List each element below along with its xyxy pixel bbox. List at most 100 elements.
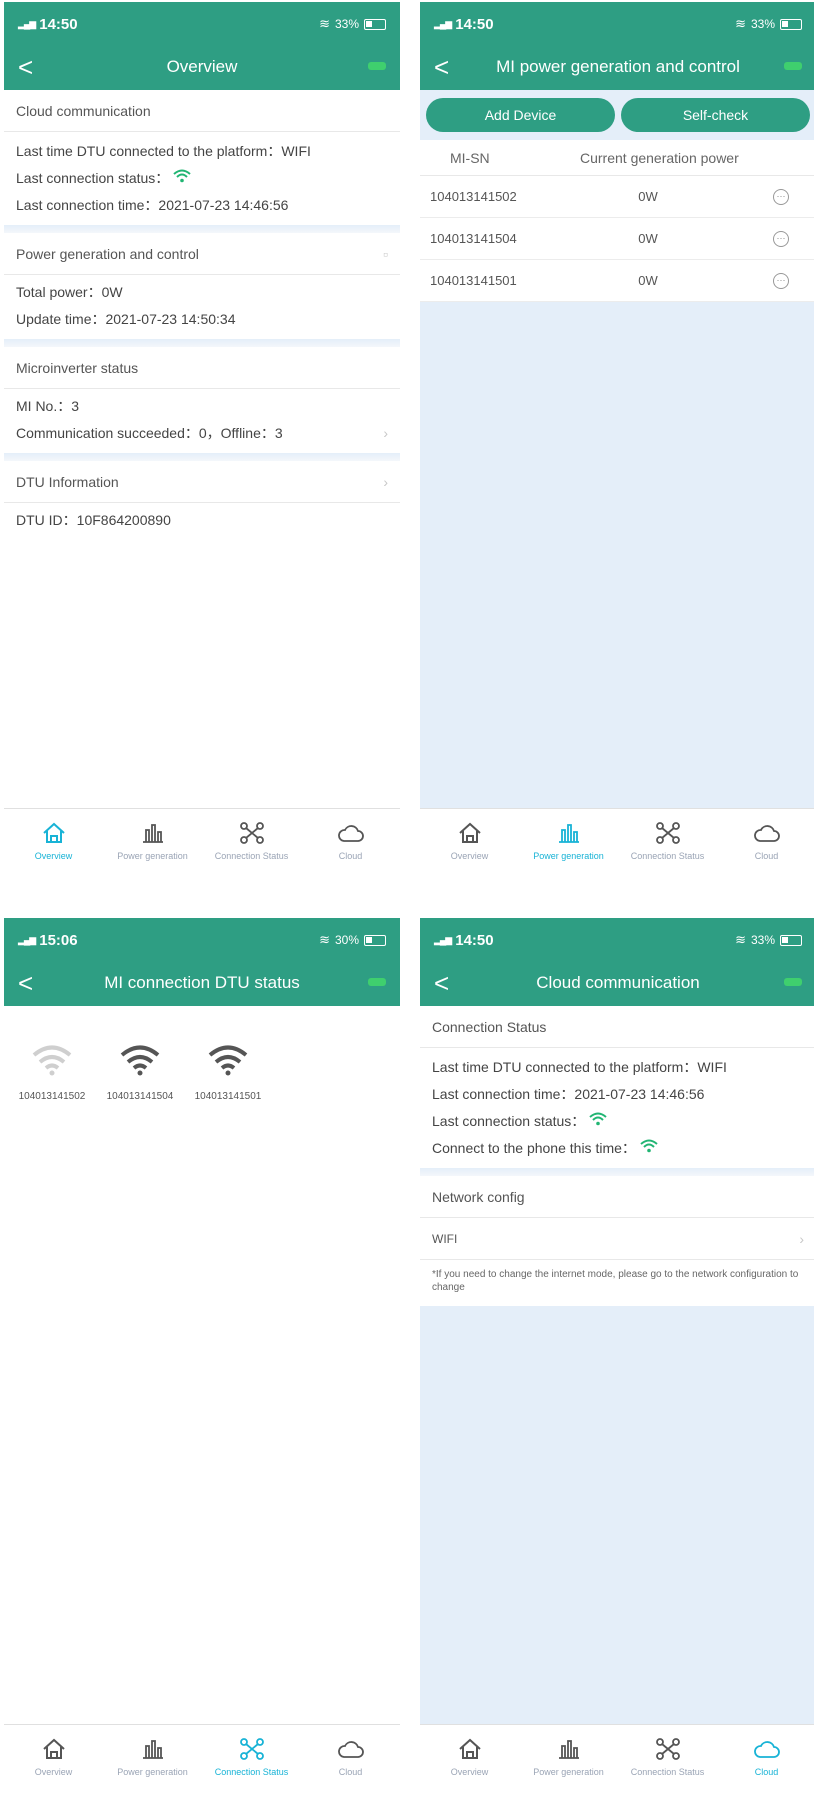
tab-overview[interactable]: Overview [420,809,519,882]
signal-icon: ▂▄▆ [18,934,36,945]
communication-summary-label: Communication succeeded：0，Offline：3 [16,425,283,441]
device-tile[interactable]: 104013141501 [184,1044,272,1102]
wifi-status-icon: ≋ [319,932,330,947]
tab-connection-status[interactable]: Connection Status [618,1725,717,1798]
tab-cloud[interactable]: Cloud [301,1725,400,1798]
status-bar: ▂▄▆ 14:50 ≋ 33% [18,14,386,34]
chevron-right-icon: ▫ [383,246,388,262]
wifi-network-label: WIFI [432,1232,458,1246]
signal-icon: ▂▄▆ [18,18,36,29]
connection-status-screen: ▂▄▆ 15:06 ≋ 30% < MI connection DTU stat… [4,918,400,1798]
status-time: 15:06 [39,931,78,949]
tab-cloud-label: Cloud [338,1767,363,1777]
battery-percent: 33% [334,17,359,31]
power-generation-section[interactable]: Power generation and control ▫ [4,233,400,275]
page-title: Cloud communication [536,973,700,992]
device-sn: 104013141501 [194,1091,262,1102]
tab-overview[interactable]: Overview [420,1725,519,1798]
cloud-icon [752,819,782,847]
tab-connection-status[interactable]: Connection Status [202,809,301,882]
dtu-information-section[interactable]: DTU Information › [4,461,400,503]
back-button[interactable]: < [18,970,33,996]
communication-summary[interactable]: Communication succeeded：0，Offline：3 › [4,420,400,447]
tab-overview-label: Overview [450,851,489,861]
microinverter-status-section[interactable]: Microinverter status [4,347,400,389]
tab-cloud-label: Cloud [754,851,779,861]
tab-cloud-label: Cloud [754,1767,779,1777]
dtu-information-label: DTU Information [16,474,119,490]
tab-cloud[interactable]: Cloud [301,809,400,882]
tab-power-generation[interactable]: Power generation [103,809,202,882]
tab-overview[interactable]: Overview [4,809,103,882]
tab-connection-status[interactable]: Connection Status [618,809,717,882]
status-bar: ▂▄▆ 15:06 ≋ 30% [18,930,386,950]
tab-power-generation-label: Power generation [117,1767,188,1777]
divider [420,1168,814,1176]
status-indicator-icon [368,62,386,70]
last-connection-time: Last connection time：2021-07-23 14:46:56 [16,197,289,213]
back-button[interactable]: < [434,54,449,80]
chevron-right-icon: › [799,1231,804,1247]
tab-power-generation[interactable]: Power generation [103,1725,202,1798]
bar-chart-icon [138,1735,168,1763]
tab-connection-status[interactable]: Connection Status [202,1725,301,1798]
status-indicator-icon [784,978,802,986]
tab-power-generation[interactable]: Power generation [519,1725,618,1798]
more-options-icon[interactable]: ··· [773,230,789,247]
overview-screen: ▂▄▆ 14:50 ≋ 33% < Overview Cloud communi… [4,2,400,882]
power-generation-screen: ▂▄▆ 14:50 ≋ 33% < MI power generation an… [420,2,814,882]
status-time: 14:50 [39,15,78,33]
back-button[interactable]: < [434,970,449,996]
tab-power-generation[interactable]: Power generation [519,809,618,882]
tab-overview[interactable]: Overview [4,1725,103,1798]
device-tile[interactable]: 104013141504 [96,1044,184,1102]
status-time: 14:50 [455,15,494,33]
header: ▂▄▆ 14:50 ≋ 33% < Overview [4,2,400,90]
bar-chart-icon [554,1735,584,1763]
cloud-communication-section[interactable]: Cloud communication [4,90,400,132]
wifi-icon [173,169,191,186]
wifi-network-option[interactable]: WIFI › [420,1218,814,1260]
last-dtu-connection: Last time DTU connected to the platform：… [432,1059,727,1075]
divider [4,225,400,233]
home-icon [39,1735,69,1763]
table-row[interactable]: 104013141504 0W ··· [420,218,814,260]
last-connection-status: Last connection status： [4,165,400,192]
status-bar: ▂▄▆ 14:50 ≋ 33% [434,930,802,950]
phone-connection-label: Connect to the phone this time： [432,1140,636,1156]
battery-icon [780,934,802,946]
add-device-button[interactable]: Add Device [426,98,615,132]
tab-cloud[interactable]: Cloud [717,809,814,882]
total-power: Total power：0W [16,284,123,300]
cloud-communication-screen: ▂▄▆ 14:50 ≋ 33% < Cloud communication Co… [420,918,814,1798]
tab-bar: Overview Power generation Connection Sta… [4,808,400,882]
tab-power-generation-label: Power generation [533,1767,604,1777]
device-tile[interactable]: 104013141502 [8,1044,96,1102]
table-row[interactable]: 104013141502 0W ··· [420,176,814,218]
last-connection-status: Last connection status： [420,1108,814,1135]
tab-connection-status-label: Connection Status [214,851,289,861]
tab-cloud[interactable]: Cloud [717,1725,814,1798]
tab-overview-label: Overview [34,1767,73,1777]
column-current-power: Current generation power [580,149,739,166]
status-bar: ▂▄▆ 14:50 ≋ 33% [434,14,802,34]
tab-connection-status-label: Connection Status [214,1767,289,1777]
network-icon [237,1735,267,1763]
column-mi-sn: MI-SN [450,149,490,166]
battery-percent: 33% [750,17,775,31]
home-icon [455,1735,485,1763]
battery-percent: 33% [750,933,775,947]
power-generation-section-label: Power generation and control [16,246,199,262]
last-dtu-connection: Last time DTU connected to the platform：… [16,143,311,159]
self-check-button[interactable]: Self-check [621,98,810,132]
home-icon [39,819,69,847]
back-button[interactable]: < [18,54,33,80]
tab-power-generation-label: Power generation [117,851,188,861]
dtu-id: DTU ID：10F864200890 [16,512,171,528]
table-row[interactable]: 104013141501 0W ··· [420,260,814,302]
more-options-icon[interactable]: ··· [773,188,789,205]
divider [4,453,400,461]
more-options-icon[interactable]: ··· [773,272,789,289]
wifi-status-icon: ≋ [735,16,746,31]
header: ▂▄▆ 14:50 ≋ 33% < MI power generation an… [420,2,814,90]
